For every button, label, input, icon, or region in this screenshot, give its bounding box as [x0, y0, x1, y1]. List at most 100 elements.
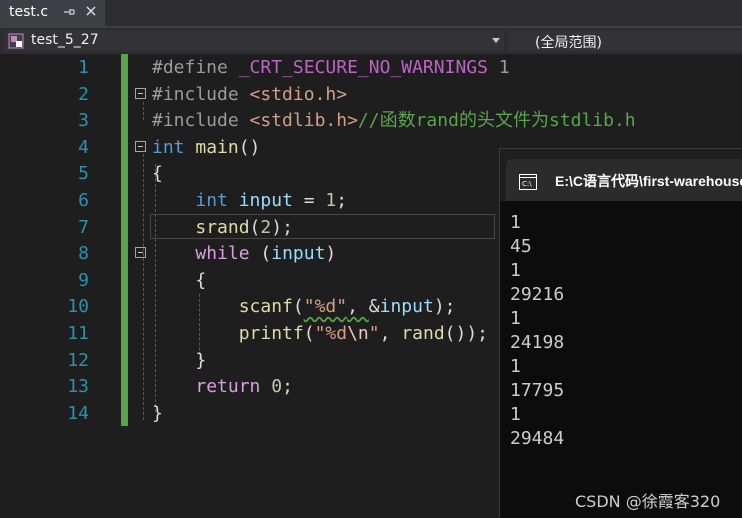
code-token: #include: [152, 110, 250, 132]
code-line[interactable]: }: [152, 348, 206, 374]
code-token: ": [368, 323, 380, 344]
line-number: 1: [78, 57, 89, 78]
code-token: (): [238, 136, 261, 158]
code-token: 1: [325, 190, 337, 211]
code-line[interactable]: scanf("%d", &input);: [152, 294, 456, 320]
code-token: (: [303, 323, 315, 344]
code-token: \n: [347, 323, 369, 344]
code-line[interactable]: }: [152, 401, 163, 427]
code-token: while: [195, 243, 250, 265]
code-token: "%d: [314, 323, 348, 344]
code-token: (: [292, 296, 304, 318]
code-token: input: [379, 296, 434, 318]
code-token: _CRT_SECURE_NO_WARNINGS: [238, 57, 488, 78]
indicator-margin: [0, 54, 35, 518]
fold-guide: [143, 154, 144, 420]
change-tracking-bar: [121, 54, 128, 426]
code-token: );: [271, 216, 293, 238]
fold-guide: [143, 102, 144, 120]
code-line[interactable]: {: [152, 161, 163, 187]
code-line[interactable]: int input = 1;: [152, 188, 347, 214]
console-output-line: 1: [510, 404, 521, 425]
code-token: input: [238, 190, 293, 211]
code-token: 2: [260, 216, 272, 238]
code-line[interactable]: printf("%d\n", rand());: [152, 321, 488, 347]
line-number: 11: [67, 323, 89, 344]
line-number: 13: [67, 376, 89, 398]
code-token: scanf: [238, 296, 293, 318]
console-title: E:\C语言代码\first-warehouse: [555, 173, 742, 189]
navigation-bar: test_5_27 (全局范围): [0, 28, 742, 54]
code-token: <stdlib.h>: [249, 110, 358, 132]
line-number: 12: [67, 349, 89, 371]
code-line[interactable]: srand(2);: [152, 215, 293, 241]
line-number: 10: [67, 296, 89, 318]
code-token: rand: [401, 323, 445, 344]
code-line[interactable]: #define _CRT_SECURE_NO_WARNINGS 1: [152, 55, 510, 81]
code-token: <stdio.h>: [249, 83, 348, 105]
code-line[interactable]: int main(): [152, 135, 260, 161]
fold-toggle-main[interactable]: [135, 141, 146, 152]
project-scope-dropdown[interactable]: test_5_27: [4, 30, 504, 51]
chevron-down-icon[interactable]: [492, 38, 500, 44]
code-line[interactable]: while (input): [152, 241, 336, 267]
code-token: #include: [152, 83, 250, 105]
pin-icon[interactable]: [62, 5, 76, 19]
fold-toggle-while[interactable]: [135, 247, 146, 258]
watermark: CSDN @徐霞客320: [575, 492, 721, 511]
code-token: =: [292, 190, 326, 211]
console-output-line: 45: [510, 236, 532, 257]
code-token: ;: [336, 190, 348, 211]
line-number: 7: [78, 216, 89, 238]
fold-toggle-include[interactable]: [135, 88, 146, 99]
c-file-icon: [8, 33, 24, 49]
code-token: int: [152, 136, 185, 158]
tab-label: test.c: [9, 4, 49, 20]
close-icon[interactable]: [84, 4, 98, 18]
global-scope-dropdown[interactable]: (全局范围): [508, 30, 742, 51]
code-token: (: [249, 216, 261, 238]
code-token: {: [152, 163, 163, 185]
console-output-line: 1: [510, 356, 521, 377]
line-number: 9: [78, 269, 89, 291]
line-number: 4: [78, 136, 89, 158]
svg-text:C:\: C:\: [522, 180, 532, 188]
code-token: ;: [282, 376, 293, 398]
code-token: &: [368, 296, 380, 318]
code-line[interactable]: #include <stdio.h>: [152, 82, 347, 108]
global-scope-label: (全局范围): [535, 35, 602, 51]
console-titlebar: C:\ E:\C语言代码\first-warehouse: [500, 149, 742, 201]
line-number-gutter: 1 2 3 4 5 6 7 8 9 10 11 12 13 14: [35, 54, 115, 518]
console-output-line: 29216: [510, 284, 565, 305]
code-token: );: [433, 296, 456, 318]
code-token: printf: [238, 323, 304, 344]
console-window[interactable]: C:\ E:\C语言代码\first-warehouse 1 45 1 29216 1 2…: [499, 148, 742, 518]
line-number: 14: [67, 402, 89, 424]
tab-test-c[interactable]: test.c: [0, 0, 105, 26]
code-line[interactable]: #include <stdlib.h>//函数rand的头文件为stdlib.h: [152, 108, 636, 134]
code-token: }: [152, 349, 207, 371]
code-token: srand: [195, 216, 250, 238]
code-token: ());: [444, 323, 489, 344]
console-output-line: 1: [510, 308, 521, 329]
code-token: input: [271, 243, 326, 265]
code-token: {: [152, 269, 207, 291]
code-line[interactable]: {: [152, 268, 206, 294]
console-output: 1 45 1 29216 1 24198 1 17795 1 29484: [510, 211, 735, 451]
code-line[interactable]: return 0;: [152, 374, 293, 400]
code-token: 0: [271, 376, 283, 398]
code-token: main: [195, 136, 239, 158]
line-number: 8: [78, 243, 89, 265]
code-token: (: [249, 243, 272, 265]
terminal-icon: C:\: [519, 174, 537, 190]
tab-strip: test.c: [0, 0, 742, 26]
code-token: 1: [487, 57, 510, 78]
code-token: return: [195, 376, 261, 398]
console-output-line: 1: [510, 260, 521, 281]
